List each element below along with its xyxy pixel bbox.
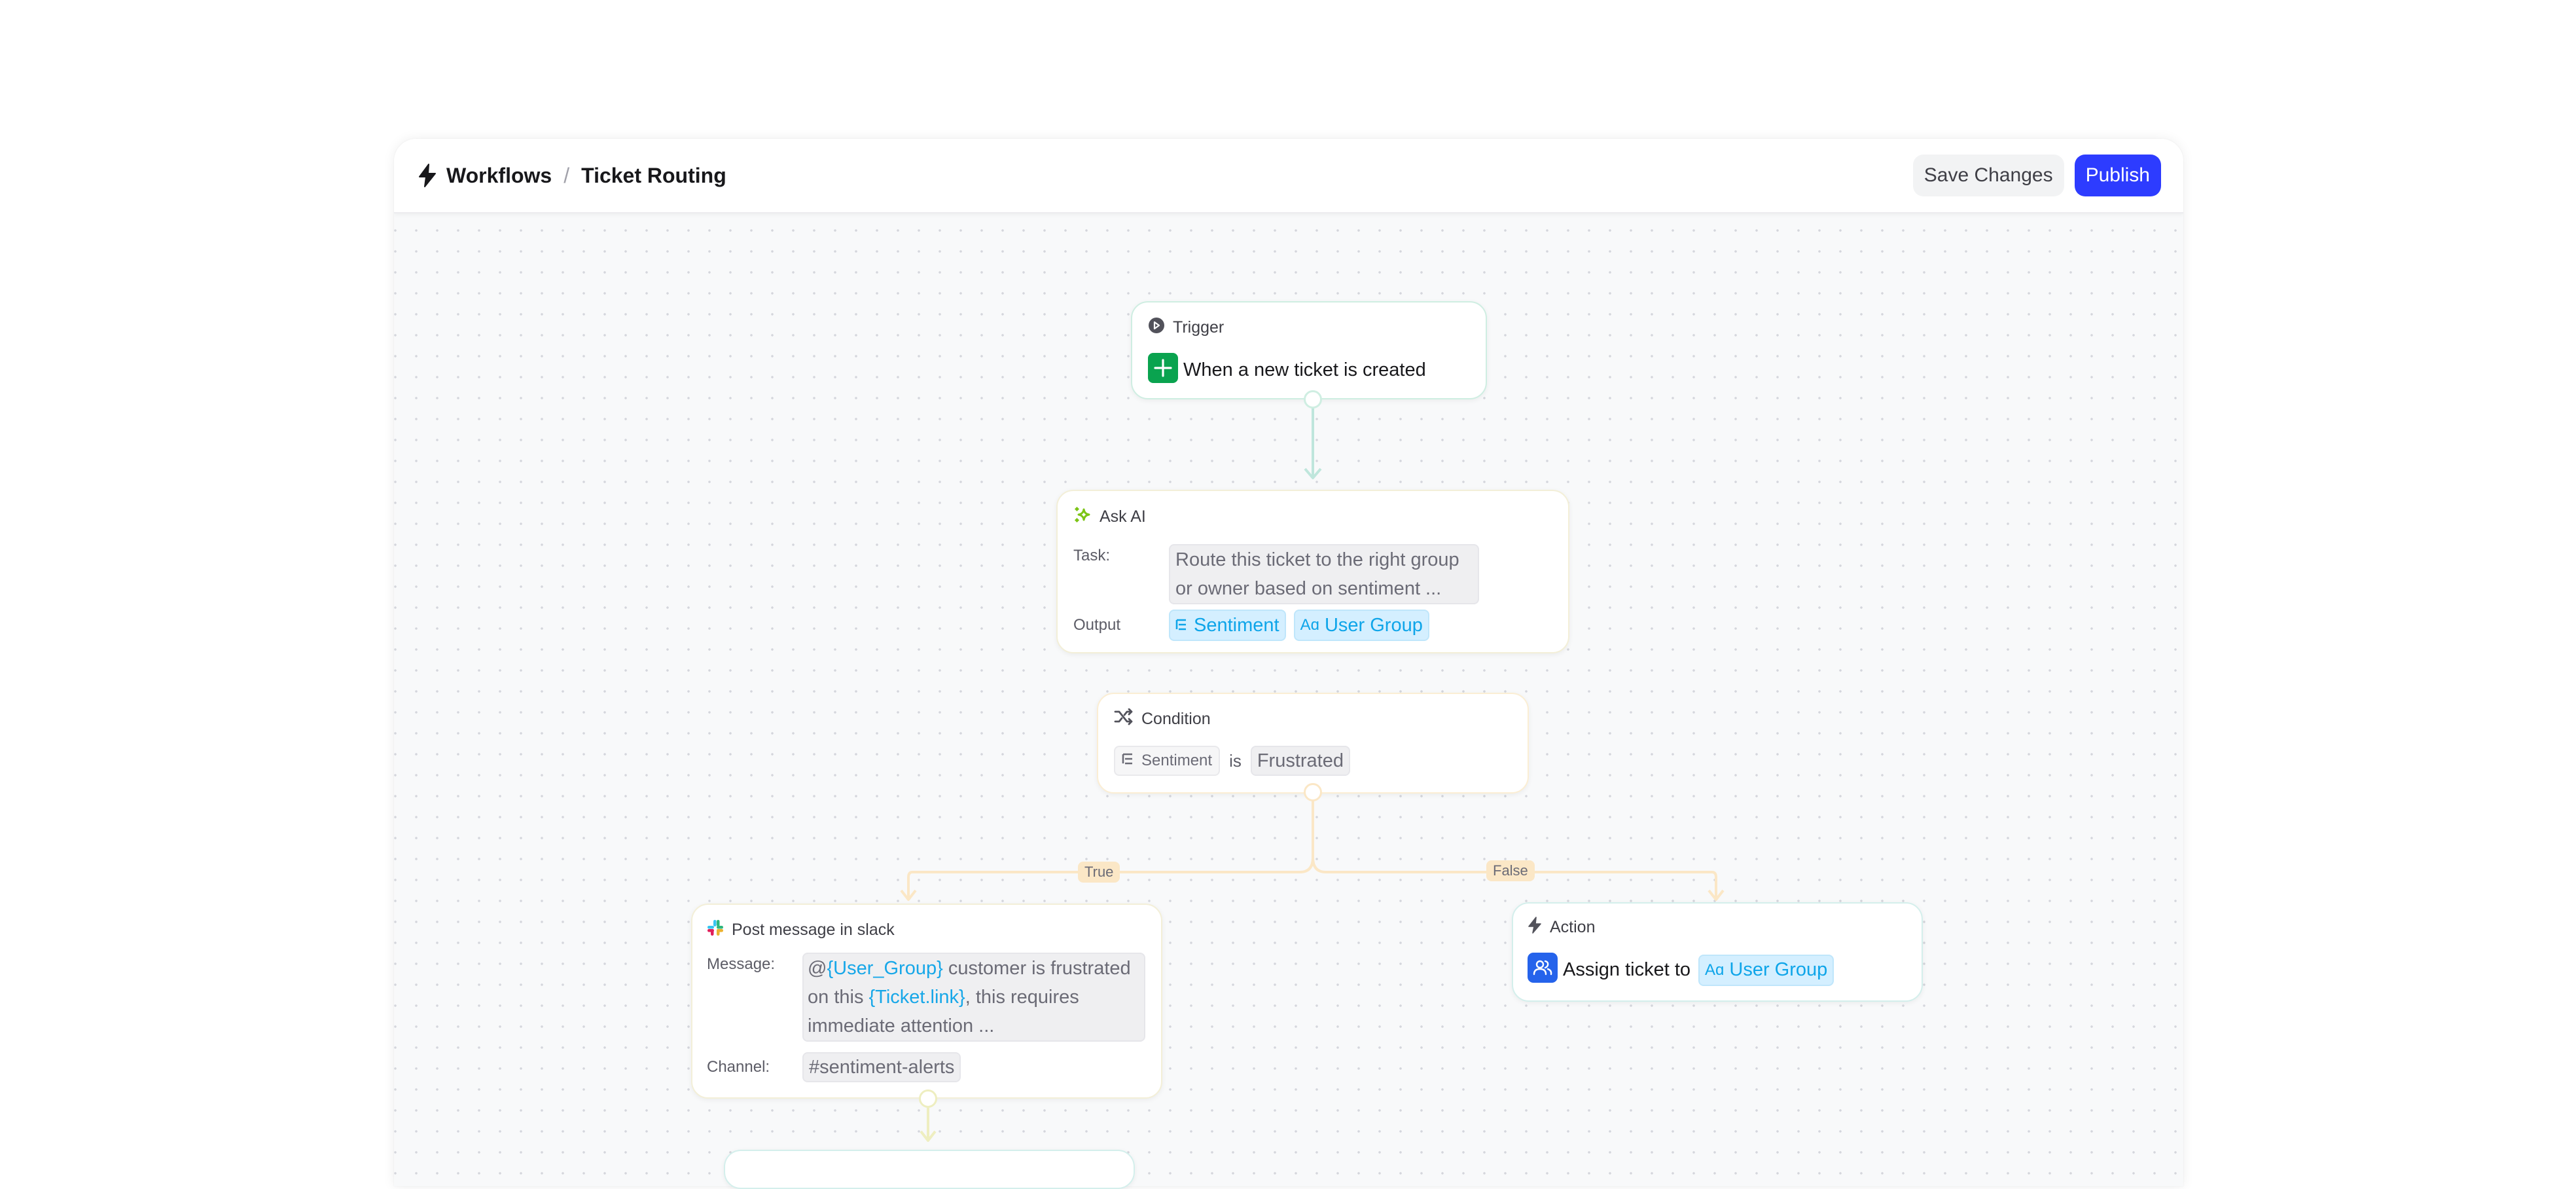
task-text-line-1: Route this ticket to the right group: [1175, 549, 1459, 570]
condition-operator: is: [1229, 750, 1242, 771]
action-node-title: Action: [1550, 918, 1596, 936]
action-body: Assign ticket to Aɑ User Group: [1528, 953, 1907, 987]
bolt-icon: [1528, 917, 1542, 938]
condition-node-title: Condition: [1141, 710, 1211, 728]
publish-button[interactable]: Publish: [2074, 155, 2161, 196]
slack-output-handle[interactable]: [919, 1089, 937, 1108]
action-user-group-label: User Group: [1729, 959, 1828, 980]
condition-field-label: Sentiment: [1141, 752, 1213, 769]
ask-ai-output-row: Output Sentiment Aɑ User Group: [1073, 610, 1552, 641]
trigger-node-title: Trigger: [1173, 318, 1225, 337]
ask-ai-node-title: Ask AI: [1100, 507, 1146, 526]
task-text-line-2: or owner based on sentiment ...: [1175, 578, 1442, 599]
condition-expression: Sentiment is Frustrated: [1114, 746, 1512, 776]
breadcrumb: Workflows / Ticket Routing: [418, 139, 726, 212]
sparkle-icon: [1073, 505, 1092, 528]
action-user-group-chip[interactable]: Aɑ User Group: [1698, 954, 1834, 986]
slack-icon: [707, 919, 724, 941]
message-var-user-group: {User_Group}: [827, 958, 943, 979]
header-actions: Save Changes Publish: [1912, 139, 2161, 212]
message-at: @: [808, 958, 827, 979]
workflow-editor-window: Workflows / Ticket Routing Save Changes …: [394, 139, 2183, 1186]
slack-message-row: Message: @{User_Group} customer is frust…: [707, 953, 1147, 1042]
trigger-event: When a new ticket is created: [1148, 353, 1470, 388]
condition-node-header: Condition: [1114, 708, 1512, 730]
next-node[interactable]: [724, 1150, 1135, 1189]
slack-node-title: Post message in slack: [732, 921, 895, 939]
breadcrumb-current-page: Ticket Routing: [581, 163, 726, 187]
breadcrumb-workflows[interactable]: Workflows: [446, 164, 552, 188]
trigger-node-header: Trigger: [1148, 317, 1470, 338]
list-icon: [1175, 615, 1189, 636]
action-node[interactable]: Action Assign ticket to Aɑ User Group: [1512, 902, 1923, 1002]
task-input[interactable]: Route this ticket to the right group or …: [1169, 544, 1479, 604]
text-type-icon: Aɑ: [1705, 960, 1725, 979]
message-line-1: @{User_Group} customer is frustrated: [808, 954, 1140, 983]
output-chip-user-group[interactable]: Aɑ User Group: [1293, 610, 1429, 641]
output-chip-sentiment-label: Sentiment: [1194, 614, 1279, 636]
output-label: Output: [1073, 616, 1121, 634]
action-text: Assign ticket to: [1563, 959, 1691, 980]
ask-ai-task-row: Task: Route this ticket to the right gro…: [1073, 544, 1552, 604]
ask-ai-node-header: Ask AI: [1073, 505, 1552, 528]
plus-icon: [1148, 353, 1178, 388]
message-text-1: customer is frustrated: [942, 958, 1131, 979]
branch-label-false: False: [1486, 860, 1535, 881]
bolt-icon: [418, 164, 437, 187]
save-changes-button[interactable]: Save Changes: [1912, 155, 2064, 196]
slack-channel-row: Channel: #sentiment-alerts: [707, 1052, 1147, 1082]
slack-node-header: Post message in slack: [707, 919, 1147, 941]
message-text-2: on this: [808, 987, 869, 1008]
header-bar: Workflows / Ticket Routing Save Changes …: [394, 139, 2183, 213]
message-input[interactable]: @{User_Group} customer is frustrated on …: [802, 953, 1145, 1042]
task-label: Task:: [1073, 547, 1111, 564]
slack-node[interactable]: Post message in slack Message: @{User_Gr…: [691, 904, 1162, 1099]
breadcrumb-separator: /: [564, 163, 570, 187]
condition-field-chip[interactable]: Sentiment: [1114, 746, 1221, 776]
action-node-header: Action: [1528, 917, 1907, 938]
users-icon: [1528, 953, 1558, 987]
branch-label-true: True: [1078, 862, 1120, 883]
output-chip-user-group-label: User Group: [1324, 614, 1423, 636]
trigger-node[interactable]: Trigger When a new ticket is created: [1131, 301, 1487, 399]
ask-ai-node[interactable]: Ask AI Task: Route this ticket to the ri…: [1056, 490, 1569, 653]
channel-input[interactable]: #sentiment-alerts: [802, 1052, 961, 1082]
message-line-3: immediate attention ...: [808, 1015, 995, 1036]
condition-node[interactable]: Condition Sentiment is Frustrated: [1097, 693, 1529, 794]
message-line-2: on this {Ticket.link}, this requires: [808, 983, 1140, 1012]
condition-value[interactable]: Frustrated: [1250, 746, 1351, 776]
message-label: Message:: [707, 955, 776, 973]
trigger-event-text: When a new ticket is created: [1183, 359, 1426, 380]
trigger-output-handle[interactable]: [1304, 390, 1322, 409]
output-chip-sentiment[interactable]: Sentiment: [1169, 610, 1286, 641]
channel-label: Channel:: [707, 1058, 770, 1076]
text-type-icon: Aɑ: [1300, 616, 1319, 634]
condition-output-handle[interactable]: [1304, 783, 1322, 801]
list-icon: [1122, 752, 1135, 770]
message-text-3: , this requires: [965, 987, 1079, 1008]
play-circle-icon: [1148, 317, 1165, 338]
shuffle-icon: [1114, 708, 1134, 730]
message-var-ticket-link: {Ticket.link}: [868, 987, 965, 1008]
